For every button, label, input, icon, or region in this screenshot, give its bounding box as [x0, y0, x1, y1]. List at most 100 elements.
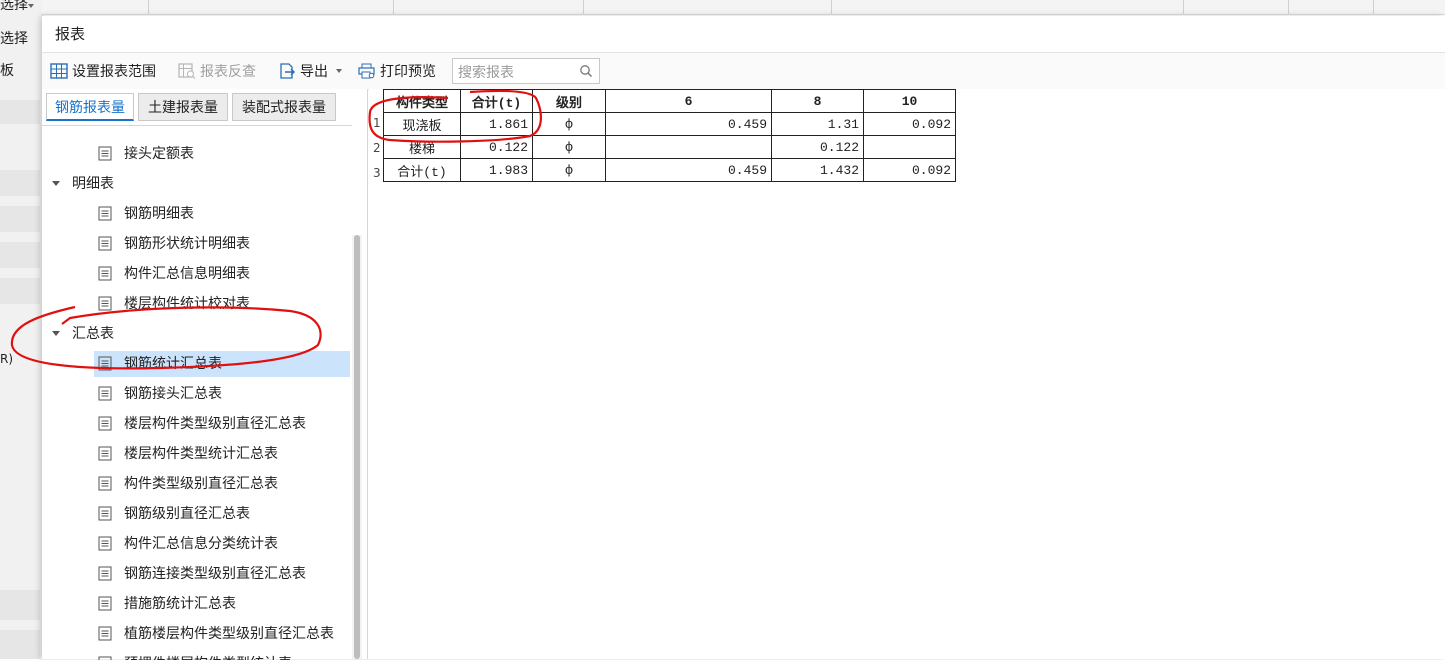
tree-item-label: 楼层构件类型统计汇总表	[124, 446, 278, 462]
document-icon	[98, 236, 112, 251]
tree-item-floor-type-grade-diameter[interactable]: 楼层构件类型级别直径汇总表	[98, 411, 348, 437]
background-row	[0, 206, 40, 232]
background-label: 选择	[0, 31, 28, 47]
report-reverse-check-button[interactable]: 报表反查	[178, 60, 256, 82]
table-cell[interactable]: 1.983	[460, 158, 533, 182]
tree-item-rebar-statistics-summary[interactable]: 钢筋统计汇总表	[94, 351, 350, 377]
report-window: 报表 设置报表范围 报表反查 导出 打印预览 搜索报表 钢筋报表量 土建报表量 …	[42, 16, 1445, 660]
background-row	[0, 100, 40, 124]
table-cell[interactable]: 现浇板	[383, 112, 461, 136]
background-row	[0, 590, 40, 620]
tree-group-label: 明细表	[72, 176, 114, 192]
export-label: 导出	[300, 64, 328, 80]
tree-item-floor-type-statistics[interactable]: 楼层构件类型统计汇总表	[98, 441, 348, 467]
tree-item-label: 钢筋明细表	[124, 206, 194, 222]
tab-rebar-report[interactable]: 钢筋报表量	[46, 93, 134, 121]
tree-item-label: 楼层构件类型级别直径汇总表	[124, 416, 306, 432]
document-icon	[98, 506, 112, 521]
table-row[interactable]: 合计(t) 1.983 ф 0.459 1.432 0.092	[383, 158, 956, 182]
tree-item-component-summary-detail[interactable]: 构件汇总信息明细表	[98, 261, 348, 287]
grid-search-icon	[178, 63, 196, 79]
row-number: 1	[373, 116, 381, 130]
document-icon	[98, 356, 112, 371]
print-preview-button[interactable]: 打印预览	[358, 60, 436, 82]
table-row[interactable]: 楼梯 0.122 ф 0.122	[383, 135, 956, 159]
window-title: 报表	[55, 25, 86, 43]
tree-item-label: 构件汇总信息明细表	[124, 266, 250, 282]
caret-down-icon[interactable]	[52, 181, 60, 186]
print-preview-label: 打印预览	[380, 64, 436, 80]
report-search-box	[452, 58, 600, 84]
column-header: 级别	[532, 89, 606, 113]
tree-item-label: 构件汇总信息分类统计表	[124, 536, 278, 552]
export-icon	[280, 63, 295, 79]
caret-down-icon[interactable]	[52, 331, 60, 336]
background-row	[0, 630, 40, 659]
table-cell[interactable]: ф	[532, 112, 606, 136]
tree-item-label: 楼层构件统计校对表	[124, 296, 250, 312]
search-icon[interactable]	[579, 64, 593, 78]
table-row[interactable]: 现浇板 1.861 ф 0.459 1.31 0.092	[383, 112, 956, 136]
tree-item-joint-quota[interactable]: 接头定额表	[98, 141, 348, 167]
tree-item-label: 植筋楼层构件类型级别直径汇总表	[124, 626, 334, 642]
table-cell[interactable]: 0.122	[460, 135, 533, 159]
set-report-range-button[interactable]: 设置报表范围	[50, 60, 156, 82]
document-icon	[98, 386, 112, 401]
background-app-sidebar: 选择 选择 板 R)	[0, 0, 43, 659]
table-cell[interactable]: ф	[532, 158, 606, 182]
export-button[interactable]: 导出	[278, 60, 342, 82]
row-number: 2	[373, 141, 381, 155]
report-reverse-check-label: 报表反查	[200, 64, 256, 80]
column-header: 8	[771, 89, 864, 113]
tree-item-label: 措施筋统计汇总表	[124, 596, 236, 612]
row-number: 3	[373, 166, 381, 180]
tree-item-measure-rebar[interactable]: 措施筋统计汇总表	[98, 591, 348, 617]
tree-item-rebar-detail[interactable]: 钢筋明细表	[98, 201, 348, 227]
background-row	[0, 170, 40, 196]
table-cell[interactable]: 合计(t)	[383, 158, 461, 182]
tab-prefab-report[interactable]: 装配式报表量	[232, 93, 336, 121]
report-search-input[interactable]	[456, 60, 578, 84]
tree-item-grade-diameter[interactable]: 钢筋级别直径汇总表	[98, 501, 348, 527]
chevron-down-icon[interactable]	[336, 69, 342, 73]
table-cell[interactable]: 0.092	[863, 112, 956, 136]
document-icon	[98, 446, 112, 461]
grid-icon	[50, 63, 68, 79]
background-label: R)	[0, 352, 14, 366]
tree-group-label: 汇总表	[72, 326, 114, 342]
rebar-statistics-table: 构件类型 合计(t) 级别 6 8 10 现浇板 1.861 ф 0.459 1…	[383, 89, 956, 182]
table-cell[interactable]: 0.459	[605, 158, 772, 182]
table-cell[interactable]: 0.092	[863, 158, 956, 182]
document-icon	[98, 656, 112, 660]
tree-scrollbar-thumb[interactable]	[354, 235, 360, 659]
tree-item-floor-check[interactable]: 楼层构件统计校对表	[98, 291, 348, 317]
column-header: 6	[605, 89, 772, 113]
tree-item-rebar-joint-summary[interactable]: 钢筋接头汇总表	[98, 381, 348, 407]
tree-item-rebar-shape-detail[interactable]: 钢筋形状统计明细表	[98, 231, 348, 257]
table-cell[interactable]	[605, 135, 772, 159]
tab-civil-report[interactable]: 土建报表量	[138, 93, 228, 121]
background-row	[0, 242, 40, 268]
report-navigation-panel: 钢筋报表量 土建报表量 装配式报表量 接头定额表 明细表 钢筋明细表 钢筋形状统…	[42, 89, 368, 660]
tree-item-connection-type[interactable]: 钢筋连接类型级别直径汇总表	[98, 561, 348, 587]
tree-item-planted-rebar[interactable]: 植筋楼层构件类型级别直径汇总表	[98, 621, 352, 647]
table-cell[interactable]: 0.122	[771, 135, 864, 159]
document-icon	[98, 626, 112, 641]
tree-scrollbar[interactable]	[352, 235, 362, 659]
document-icon	[98, 146, 112, 161]
background-label: 板	[0, 63, 14, 79]
tree-group-summary[interactable]: 汇总表	[52, 321, 252, 347]
chevron-down-icon	[28, 4, 34, 8]
table-cell[interactable]	[863, 135, 956, 159]
table-cell[interactable]: 1.861	[460, 112, 533, 136]
table-cell[interactable]: 1.31	[771, 112, 864, 136]
tree-item-type-grade-diameter[interactable]: 构件类型级别直径汇总表	[98, 471, 348, 497]
tree-group-detail[interactable]: 明细表	[52, 171, 252, 197]
document-icon	[98, 266, 112, 281]
table-cell[interactable]: ф	[532, 135, 606, 159]
table-cell[interactable]: 楼梯	[383, 135, 461, 159]
table-cell[interactable]: 1.432	[771, 158, 864, 182]
tree-item-component-classification[interactable]: 构件汇总信息分类统计表	[98, 531, 348, 557]
tree-item-label: 钢筋级别直径汇总表	[124, 506, 250, 522]
table-cell[interactable]: 0.459	[605, 112, 772, 136]
